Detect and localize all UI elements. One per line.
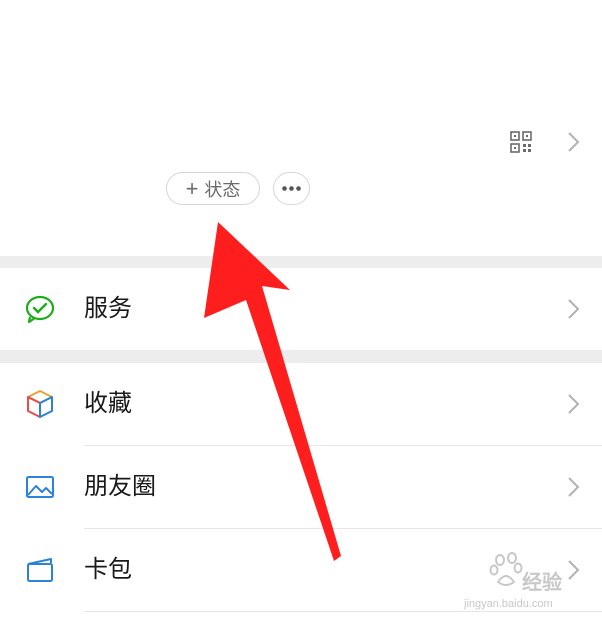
menu-item-label: 收藏 xyxy=(84,390,132,417)
services-icon xyxy=(25,295,55,324)
menu-item-moments[interactable]: 朋友圈 xyxy=(0,446,602,528)
more-dots-icon xyxy=(282,186,301,191)
section-separator xyxy=(0,350,602,363)
menu-item-favorites[interactable]: 收藏 xyxy=(0,363,602,445)
profile-header: + 状态 xyxy=(0,0,602,256)
menu-item-services[interactable]: 服务 xyxy=(0,268,602,350)
chevron-right-icon[interactable] xyxy=(566,131,580,153)
moments-picture-icon xyxy=(26,476,54,498)
chevron-right-icon xyxy=(568,477,580,497)
chevron-right-icon xyxy=(568,394,580,414)
watermark-url: jingyan.baidu.com xyxy=(464,598,553,610)
menu-item-label: 卡包 xyxy=(84,556,132,583)
watermark-brand-text: 经验 xyxy=(522,572,562,594)
menu-item-label: 服务 xyxy=(84,295,132,322)
menu-item-label: 朋友圈 xyxy=(84,473,156,500)
more-options-button[interactable] xyxy=(273,172,310,205)
add-status-button[interactable]: + 状态 xyxy=(166,172,260,205)
plus-icon: + xyxy=(185,175,199,201)
chevron-right-icon xyxy=(568,299,580,319)
qr-code-icon[interactable] xyxy=(510,131,532,153)
section-separator xyxy=(0,256,602,268)
card-wallet-icon xyxy=(27,558,53,582)
status-button-label: 状态 xyxy=(204,179,241,200)
favorites-cube-icon xyxy=(27,390,53,418)
